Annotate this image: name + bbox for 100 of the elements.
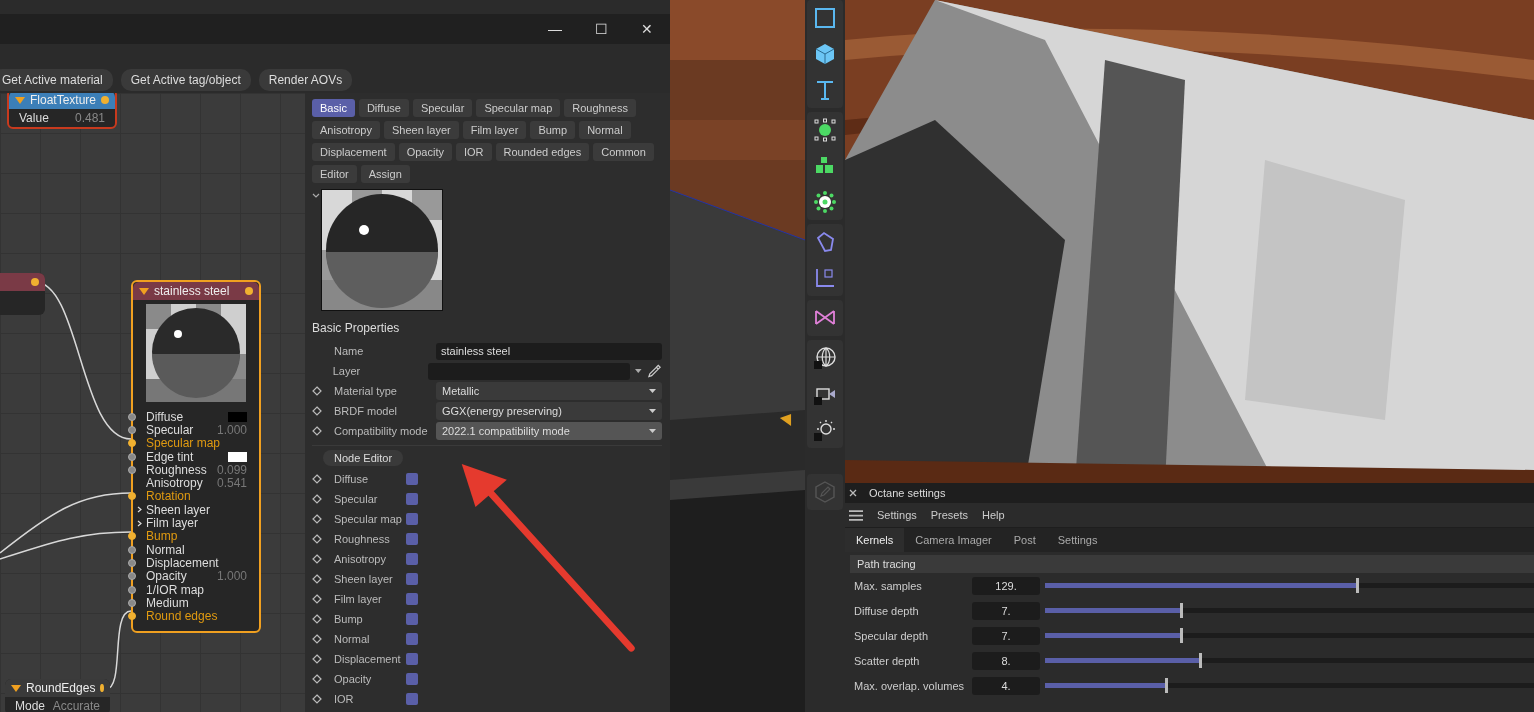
tab[interactable]: Diffuse <box>358 99 409 117</box>
tab[interactable]: Kernels <box>845 528 905 552</box>
tab[interactable]: Settings <box>1046 528 1109 552</box>
toolbar-button[interactable]: Get Active tag/object <box>120 69 251 91</box>
checkbox[interactable] <box>406 573 418 585</box>
node-canvas[interactable] <box>0 93 305 712</box>
tab[interactable]: Assign <box>360 165 410 183</box>
tab[interactable]: Common <box>593 143 654 161</box>
tab[interactable]: Film layer <box>462 121 527 139</box>
port-dot[interactable] <box>100 684 104 692</box>
window-control-button[interactable]: ☐ <box>578 21 624 37</box>
value-field[interactable]: 7. <box>972 601 1040 620</box>
value-field[interactable]: 4. <box>972 676 1040 695</box>
node-card[interactable]: FloatTexture Value 0.481 <box>7 93 117 129</box>
checkbox[interactable] <box>406 493 418 505</box>
collapse-icon[interactable] <box>11 684 21 692</box>
value-field[interactable]: 7. <box>972 626 1040 645</box>
value-field[interactable]: 129. <box>972 576 1040 595</box>
menu-icon[interactable] <box>849 509 863 521</box>
slider-thumb[interactable] <box>1179 628 1183 643</box>
slider-thumb[interactable] <box>1199 653 1203 668</box>
menu-item[interactable]: Presets <box>930 509 969 521</box>
dropdown[interactable]: Metallic <box>436 382 662 400</box>
checkbox[interactable] <box>406 553 418 565</box>
port-dot[interactable] <box>128 465 136 474</box>
node-card[interactable]: stainless steel Diffuse Specular 1.000 Specular map Edge tint Roughness 0.099 Anisotropy 0.541 Rotation Sheen layer Film layer Bump Normal Displacement Opacity 1.000 1/IOR map Medium Round edges <box>131 280 261 633</box>
tab[interactable]: Post <box>1002 528 1047 552</box>
node-header[interactable]: FloatTexture <box>9 93 115 109</box>
tab[interactable]: Opacity <box>398 143 452 161</box>
port-dot[interactable] <box>128 585 136 594</box>
checkbox[interactable] <box>406 693 418 705</box>
cube-icon[interactable] <box>813 42 837 66</box>
port-dot[interactable] <box>128 545 136 554</box>
slider-thumb[interactable] <box>1165 678 1169 693</box>
dropdown[interactable]: GGX(energy preserving) <box>436 402 662 420</box>
checkbox[interactable] <box>406 633 418 645</box>
menu-item[interactable]: Settings <box>877 509 917 521</box>
tab[interactable]: Specular <box>412 99 473 117</box>
port-dot[interactable] <box>101 96 109 104</box>
port-dot[interactable] <box>128 492 136 501</box>
tab[interactable]: Normal <box>579 121 631 139</box>
port-dot[interactable] <box>128 558 136 567</box>
port-dot[interactable] <box>128 532 136 541</box>
globe-icon[interactable] <box>813 346 837 370</box>
color-swatch[interactable] <box>228 411 247 422</box>
checkbox[interactable] <box>406 613 418 625</box>
checkbox[interactable] <box>406 653 418 665</box>
section-header[interactable]: Path tracing <box>850 555 1534 573</box>
light-bulb-icon[interactable] <box>813 418 837 442</box>
close-icon[interactable] <box>849 489 857 497</box>
node-header[interactable]: RoundEdges <box>5 679 110 697</box>
tab[interactable]: IOR <box>455 143 492 161</box>
checkbox[interactable] <box>406 513 418 525</box>
gear-icon[interactable] <box>813 190 837 214</box>
caret-icon[interactable] <box>649 389 656 393</box>
tab[interactable]: Bump <box>530 121 576 139</box>
slider-thumb[interactable] <box>1179 603 1183 618</box>
caret-icon[interactable] <box>649 409 656 413</box>
port-dot[interactable] <box>128 425 136 434</box>
tab[interactable]: Roughness <box>564 99 636 117</box>
slider-thumb[interactable] <box>1355 578 1359 593</box>
port-dot[interactable] <box>128 598 136 607</box>
tab[interactable]: Specular map <box>476 99 561 117</box>
name-field[interactable]: stainless steel <box>436 342 662 360</box>
color-swatch[interactable] <box>228 451 247 462</box>
checkbox[interactable] <box>406 593 418 605</box>
port-dot[interactable] <box>245 287 253 295</box>
window-control-button[interactable]: ✕ <box>624 21 670 37</box>
node-card[interactable]: RoundEdges Mode Accurate <box>5 679 110 712</box>
eyedropper-icon[interactable] <box>647 363 662 379</box>
tab[interactable]: Sheen layer <box>384 121 459 139</box>
caret-icon[interactable] <box>635 369 642 373</box>
axis-icon[interactable] <box>813 266 837 290</box>
tab[interactable]: Rounded edges <box>495 143 590 161</box>
port-dot[interactable] <box>31 278 39 286</box>
tab[interactable]: Displacement <box>312 143 395 161</box>
dropdown[interactable]: 2022.1 compatibility mode <box>436 422 662 440</box>
checkbox[interactable] <box>406 473 418 485</box>
node-points-icon[interactable] <box>813 118 837 142</box>
node-header[interactable]: stainless steel <box>133 282 259 300</box>
window-control-button[interactable]: — <box>532 21 578 37</box>
toolbar-button[interactable]: Get Active material <box>0 69 113 91</box>
square-icon[interactable] <box>813 6 837 30</box>
port-dot[interactable] <box>128 612 136 621</box>
port-dot[interactable] <box>128 412 136 421</box>
toolbar-button[interactable]: Render AOVs <box>258 69 353 91</box>
port-dot[interactable] <box>128 572 136 581</box>
port-dot[interactable] <box>128 439 136 448</box>
menu-item[interactable]: Help <box>982 509 1005 521</box>
collapse-icon[interactable] <box>312 193 320 198</box>
port-dot[interactable] <box>128 452 136 461</box>
caret-icon[interactable] <box>649 429 656 433</box>
tab[interactable]: Editor <box>312 165 357 183</box>
checkbox[interactable] <box>406 533 418 545</box>
collapse-icon[interactable] <box>139 287 149 295</box>
tab[interactable]: Basic <box>312 99 355 117</box>
checkbox[interactable] <box>406 673 418 685</box>
value-field[interactable]: 8. <box>972 651 1040 670</box>
tab[interactable]: Anisotropy <box>312 121 380 139</box>
tab[interactable]: Camera Imager <box>904 528 1003 552</box>
